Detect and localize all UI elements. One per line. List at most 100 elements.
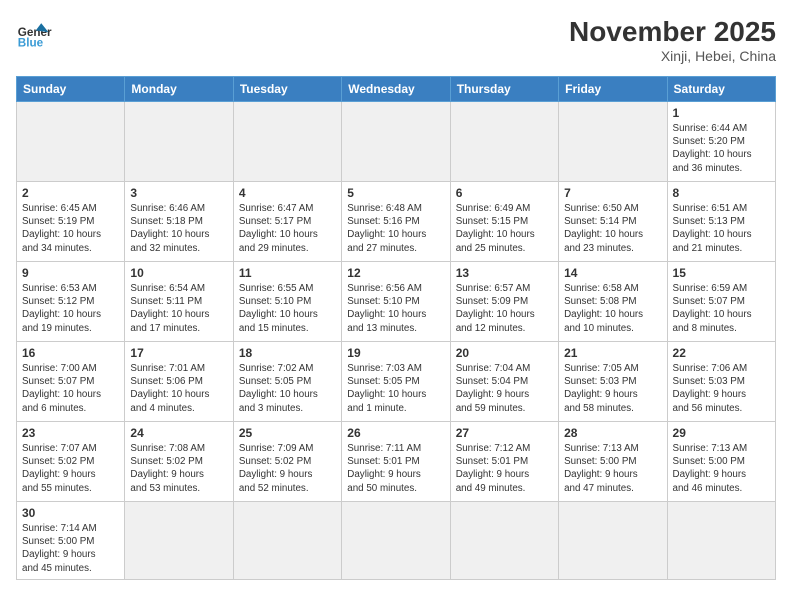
svg-text:Blue: Blue [18,37,44,50]
day-info: Sunrise: 7:14 AMSunset: 5:00 PMDaylight:… [22,522,119,575]
calendar-cell [450,502,558,580]
calendar-cell: 16Sunrise: 7:00 AMSunset: 5:07 PMDayligh… [17,342,125,422]
day-number: 15 [673,266,770,280]
calendar-cell: 24Sunrise: 7:08 AMSunset: 5:02 PMDayligh… [125,422,233,502]
calendar-week-4: 16Sunrise: 7:00 AMSunset: 5:07 PMDayligh… [17,342,776,422]
day-number: 4 [239,186,336,200]
calendar-cell: 23 Sunrise: 7:07 AMSunset: 5:02 PMDayligh… [17,422,125,502]
weekday-header-row: SundayMondayTuesdayWednesdayThursdayFrid… [17,77,776,102]
day-number: 8 [673,186,770,200]
calendar-cell: 5Sunrise: 6:48 AMSunset: 5:16 PMDaylight… [342,182,450,262]
day-info: Sunrise: 7:06 AMSunset: 5:03 PMDaylight:… [673,362,770,415]
day-number: 30 [22,506,119,520]
calendar-cell: 20 Sunrise: 7:04 AMSunset: 5:04 PMDayligh… [450,342,558,422]
calendar-cell [559,102,667,182]
day-info: Sunrise: 7:05 AMSunset: 5:03 PMDaylight:… [564,362,661,415]
day-info: Sunrise: 7:04 AMSunset: 5:04 PMDaylight:… [456,362,553,415]
day-info: Sunrise: 6:59 AMSunset: 5:07 PMDaylight:… [673,282,770,335]
logo: General Blue [16,16,52,52]
calendar-cell: 18Sunrise: 7:02 AMSunset: 5:05 PMDayligh… [233,342,341,422]
day-number: 29 [673,426,770,440]
calendar-cell [233,102,341,182]
calendar-cell [125,102,233,182]
calendar-cell: 9 Sunrise: 6:53 AMSunset: 5:12 PMDaylight… [17,262,125,342]
calendar-cell: 2Sunrise: 6:45 AMSunset: 5:19 PMDaylight… [17,182,125,262]
calendar-cell: 11 Sunrise: 6:55 AMSunset: 5:10 PMDayligh… [233,262,341,342]
calendar-cell [667,502,775,580]
day-number: 25 [239,426,336,440]
calendar-week-3: 9 Sunrise: 6:53 AMSunset: 5:12 PMDaylight… [17,262,776,342]
day-number: 13 [456,266,553,280]
calendar-week-2: 2Sunrise: 6:45 AMSunset: 5:19 PMDaylight… [17,182,776,262]
calendar-cell [559,502,667,580]
day-info: Sunrise: 6:50 AMSunset: 5:14 PMDaylight:… [564,202,661,255]
day-info: Sunrise: 6:57 AMSunset: 5:09 PMDaylight:… [456,282,553,335]
calendar-cell [342,502,450,580]
calendar-cell [233,502,341,580]
day-info: Sunrise: 7:03 AMSunset: 5:05 PMDaylight:… [347,362,444,415]
day-info: Sunrise: 7:09 AMSunset: 5:02 PMDaylight:… [239,442,336,495]
calendar-week-1: 1Sunrise: 6:44 AMSunset: 5:20 PMDaylight… [17,102,776,182]
day-number: 6 [456,186,553,200]
day-info: Sunrise: 7:12 AMSunset: 5:01 PMDaylight:… [456,442,553,495]
calendar-cell: 4 Sunrise: 6:47 AMSunset: 5:17 PMDaylight… [233,182,341,262]
day-info: Sunrise: 7:02 AMSunset: 5:05 PMDaylight:… [239,362,336,415]
day-info: Sunrise: 6:56 AMSunset: 5:10 PMDaylight:… [347,282,444,335]
day-number: 3 [130,186,227,200]
day-info: Sunrise: 7:13 AMSunset: 5:00 PMDaylight:… [673,442,770,495]
day-number: 9 [22,266,119,280]
calendar-cell: 25 Sunrise: 7:09 AMSunset: 5:02 PMDayligh… [233,422,341,502]
day-info: Sunrise: 6:45 AMSunset: 5:19 PMDaylight:… [22,202,119,255]
calendar-cell: 14 Sunrise: 6:58 AMSunset: 5:08 PMDayligh… [559,262,667,342]
day-info: Sunrise: 6:46 AMSunset: 5:18 PMDaylight:… [130,202,227,255]
day-number: 19 [347,346,444,360]
day-number: 26 [347,426,444,440]
calendar-cell: 12 Sunrise: 6:56 AMSunset: 5:10 PMDayligh… [342,262,450,342]
day-number: 17 [130,346,227,360]
day-number: 28 [564,426,661,440]
day-info: Sunrise: 6:51 AMSunset: 5:13 PMDaylight:… [673,202,770,255]
day-info: Sunrise: 6:47 AMSunset: 5:17 PMDaylight:… [239,202,336,255]
day-number: 20 [456,346,553,360]
day-number: 11 [239,266,336,280]
weekday-header-sunday: Sunday [17,77,125,102]
location: Xinji, Hebei, China [569,48,776,64]
day-info: Sunrise: 7:01 AMSunset: 5:06 PMDaylight:… [130,362,227,415]
month-title: November 2025 [569,16,776,48]
calendar-cell [342,102,450,182]
weekday-header-friday: Friday [559,77,667,102]
calendar-cell: 21 Sunrise: 7:05 AMSunset: 5:03 PMDayligh… [559,342,667,422]
calendar-cell: 7Sunrise: 6:50 AMSunset: 5:14 PMDaylight… [559,182,667,262]
day-info: Sunrise: 6:44 AMSunset: 5:20 PMDaylight:… [673,122,770,175]
calendar-cell: 8 Sunrise: 6:51 AMSunset: 5:13 PMDaylight… [667,182,775,262]
day-info: Sunrise: 7:11 AMSunset: 5:01 PMDaylight:… [347,442,444,495]
day-info: Sunrise: 6:49 AMSunset: 5:15 PMDaylight:… [456,202,553,255]
weekday-header-wednesday: Wednesday [342,77,450,102]
calendar-cell: 1Sunrise: 6:44 AMSunset: 5:20 PMDaylight… [667,102,775,182]
calendar-cell: 29 Sunrise: 7:13 AMSunset: 5:00 PMDayligh… [667,422,775,502]
calendar-cell [17,102,125,182]
weekday-header-monday: Monday [125,77,233,102]
day-info: Sunrise: 6:54 AMSunset: 5:11 PMDaylight:… [130,282,227,335]
day-info: Sunrise: 7:08 AMSunset: 5:02 PMDaylight:… [130,442,227,495]
day-number: 22 [673,346,770,360]
title-block: November 2025 Xinji, Hebei, China [569,16,776,64]
day-number: 23 [22,426,119,440]
weekday-header-tuesday: Tuesday [233,77,341,102]
calendar-cell [450,102,558,182]
day-info: Sunrise: 6:53 AMSunset: 5:12 PMDaylight:… [22,282,119,335]
day-info: Sunrise: 7:13 AMSunset: 5:00 PMDaylight:… [564,442,661,495]
logo-icon: General Blue [16,16,52,52]
day-number: 12 [347,266,444,280]
calendar-cell: 15 Sunrise: 6:59 AMSunset: 5:07 PMDayligh… [667,262,775,342]
calendar-cell: 30 Sunrise: 7:14 AMSunset: 5:00 PMDayligh… [17,502,125,580]
day-info: Sunrise: 7:07 AMSunset: 5:02 PMDaylight:… [22,442,119,495]
day-number: 14 [564,266,661,280]
calendar-cell: 26 Sunrise: 7:11 AMSunset: 5:01 PMDayligh… [342,422,450,502]
day-info: Sunrise: 7:00 AMSunset: 5:07 PMDaylight:… [22,362,119,415]
day-info: Sunrise: 6:58 AMSunset: 5:08 PMDaylight:… [564,282,661,335]
page-header: General Blue November 2025 Xinji, Hebei,… [16,16,776,64]
calendar-cell: 27Sunrise: 7:12 AMSunset: 5:01 PMDayligh… [450,422,558,502]
day-number: 21 [564,346,661,360]
day-info: Sunrise: 6:55 AMSunset: 5:10 PMDaylight:… [239,282,336,335]
